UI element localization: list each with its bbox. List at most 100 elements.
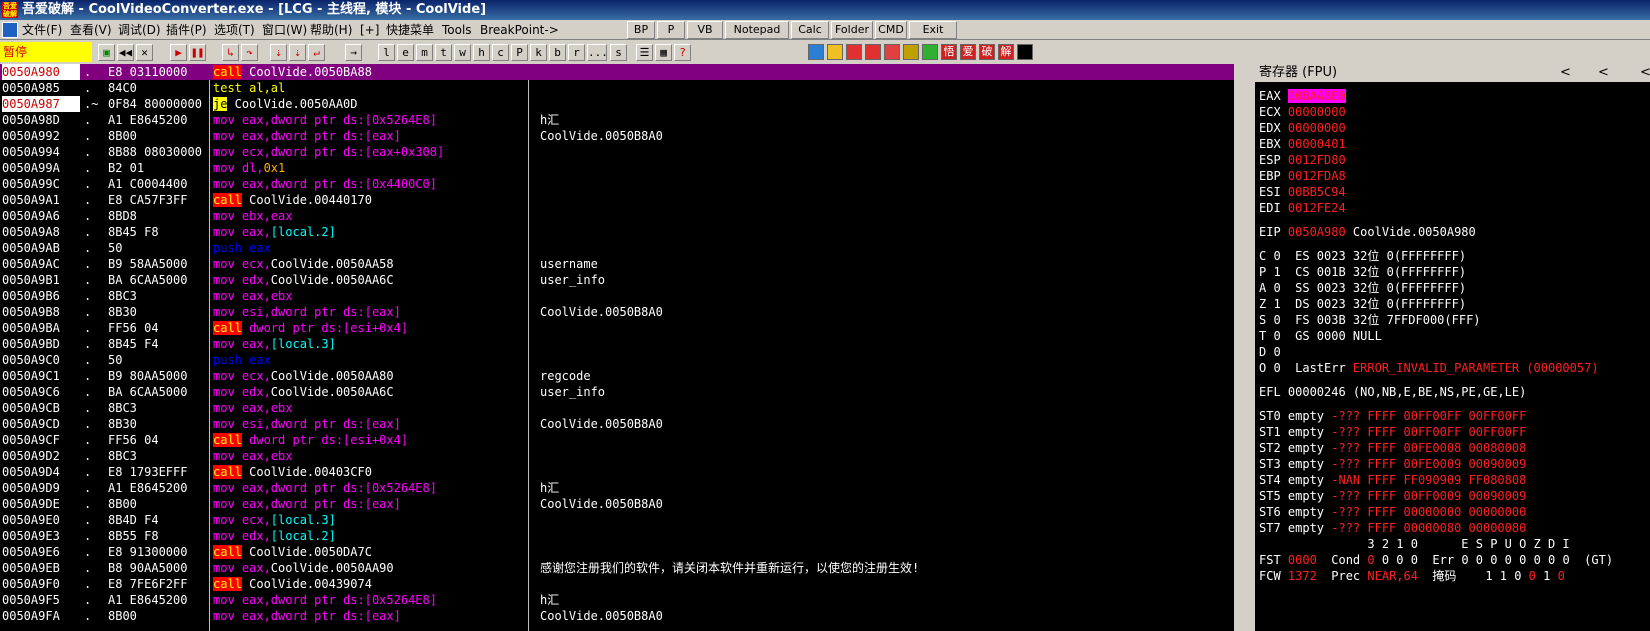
close-icon[interactable]: ✕ <box>136 44 153 61</box>
disassembly-pane[interactable]: 0050A980. E8 03110000 call CoolVide.0050BA… <box>0 64 1242 631</box>
row-address[interactable]: 0050A99A <box>2 160 80 176</box>
disasm-row[interactable]: 0050A9CF. FF56 04 call dword ptr ds:[esi+0… <box>0 432 1234 448</box>
row-address[interactable]: 0050A9D4 <box>2 464 80 480</box>
row-address[interactable]: 0050A9F5 <box>2 592 80 608</box>
register-token[interactable]: 00BAABE0 <box>1287 89 1346 103</box>
row-address[interactable]: 0050A9B6 <box>2 288 80 304</box>
row-address[interactable]: 0050A9C6 <box>2 384 80 400</box>
menu-item[interactable]: Tools <box>442 20 472 40</box>
disasm-row[interactable]: 0050A9FA. 8B00 mov eax,dword ptr ds:[eax] C… <box>0 608 1234 624</box>
register-line[interactable]: EDI 0012FE24 <box>1259 200 1346 216</box>
register-line[interactable]: A 0 SS 0023 32位 0(FFFFFFFF) <box>1259 280 1466 296</box>
toolbar-window-k[interactable]: k <box>530 44 547 61</box>
register-line[interactable]: EIP 0050A980 CoolVide.0050A980 <box>1259 224 1476 240</box>
plugin-button-notepad[interactable]: Notepad <box>725 21 789 39</box>
disasm-row[interactable]: 0050A9F5. A1 E8645200 mov eax,dword ptr ds… <box>0 592 1234 608</box>
register-token[interactable]: -??? FFFF 00FF00FF 00FF00FF <box>1331 425 1526 439</box>
row-address[interactable]: 0050A98D <box>2 112 80 128</box>
step-into-icon[interactable]: ↳ <box>222 44 239 61</box>
help-icon[interactable]: ? <box>674 44 691 61</box>
toolbar-window-t[interactable]: t <box>435 44 452 61</box>
register-line[interactable]: ST1 empty -??? FFFF 00FF00FF 00FF00FF <box>1259 424 1526 440</box>
row-address[interactable]: 0050A9CB <box>2 400 80 416</box>
register-line[interactable]: C 0 ES 0023 32位 0(FFFFFFFF) <box>1259 248 1466 264</box>
register-line[interactable]: P 1 CS 001B 32位 0(FFFFFFFF) <box>1259 264 1466 280</box>
register-line[interactable]: ST6 empty -??? FFFF 00000000 00000000 <box>1259 504 1526 520</box>
row-address[interactable]: 0050A9D2 <box>2 448 80 464</box>
trace-into-icon[interactable]: ⇣ <box>270 44 287 61</box>
row-address[interactable]: 0050A99C <box>2 176 80 192</box>
register-token[interactable]: 00000000 <box>1288 105 1346 119</box>
register-token[interactable]: NEAR,64 <box>1367 569 1418 583</box>
menu-item[interactable]: 选项(T) <box>214 20 255 40</box>
toolbar-window-e[interactable]: e <box>397 44 414 61</box>
disassembly-scrollbar[interactable] <box>1234 64 1242 631</box>
refresh-icon[interactable] <box>808 44 824 60</box>
open-icon[interactable]: ▣ <box>98 44 115 61</box>
register-line[interactable]: FCW 1372 Prec NEAR,64 掩码 1 1 0 0 1 0 <box>1259 568 1565 584</box>
disasm-row[interactable]: 0050A9BD. 8B45 F4 mov eax,[local.3] <box>0 336 1234 352</box>
disasm-row[interactable]: 0050A9C1. B9 80AA5000 mov ecx,CoolVide.005… <box>0 368 1234 384</box>
register-token[interactable]: 0012FD80 <box>1288 153 1346 167</box>
register-line[interactable]: ST0 empty -??? FFFF 00FF00FF 00FF00FF <box>1259 408 1526 424</box>
pause-icon[interactable]: ❚❚ <box>189 44 206 61</box>
row-address[interactable]: 0050A9E6 <box>2 544 80 560</box>
register-token[interactable]: 1372 <box>1288 569 1317 583</box>
row-address[interactable]: 0050A9DE <box>2 496 80 512</box>
register-line[interactable]: EBX 00000401 <box>1259 136 1346 152</box>
list-icon[interactable]: ☰ <box>636 44 653 61</box>
row-address[interactable]: 0050A9F0 <box>2 576 80 592</box>
toolbar-window-r[interactable]: r <box>568 44 585 61</box>
step-over-icon[interactable]: ↷ <box>241 44 258 61</box>
register-token[interactable]: -NAN FFFF FF090909 FF080808 <box>1331 473 1526 487</box>
register-line[interactable]: O 0 LastErr ERROR_INVALID_PARAMETER (000… <box>1259 360 1599 376</box>
row-address[interactable]: 0050A9D9 <box>2 480 80 496</box>
register-token[interactable]: 00000401 <box>1288 137 1346 151</box>
row-address[interactable]: 0050A992 <box>2 128 80 144</box>
disasm-row[interactable]: 0050A9EB. B8 90AA5000 mov eax,CoolVide.005… <box>0 560 1234 576</box>
row-address[interactable]: 0050A9BD <box>2 336 80 352</box>
register-token[interactable]: -??? FFFF 00FE0009 00090009 <box>1331 457 1526 471</box>
toolbar-window-b[interactable]: b <box>549 44 566 61</box>
register-line[interactable]: D 0 <box>1259 344 1281 360</box>
row-address[interactable]: 0050A9B1 <box>2 272 80 288</box>
tool-icon[interactable] <box>903 44 919 60</box>
disasm-row[interactable]: 0050A985. 84C0 test al,al <box>0 80 1234 96</box>
disasm-row[interactable]: 0050A9AB. 50 push eax <box>0 240 1234 256</box>
toolbar-window-h[interactable]: h <box>473 44 490 61</box>
disasm-row[interactable]: 0050A99A. B2 01 mov dl,0x1 <box>0 160 1234 176</box>
disasm-row[interactable]: 0050A98D. A1 E8645200 mov eax,dword ptr ds… <box>0 112 1234 128</box>
menu-item[interactable]: 查看(V) <box>70 20 112 40</box>
toolbar-window-s[interactable]: s <box>610 44 627 61</box>
row-address[interactable]: 0050A9A6 <box>2 208 80 224</box>
register-line[interactable]: ECX 00000000 <box>1259 104 1346 120</box>
disasm-row[interactable]: 0050A9AC. B9 58AA5000 mov ecx,CoolVide.005… <box>0 256 1234 272</box>
font-icon[interactable] <box>846 44 862 60</box>
register-token[interactable]: -??? FFFF 00FF0009 00090009 <box>1331 489 1526 503</box>
goto-icon[interactable]: → <box>345 44 362 61</box>
disasm-row[interactable]: 0050A9B6. 8BC3 mov eax,ebx <box>0 288 1234 304</box>
register-line[interactable]: S 0 FS 003B 32位 7FFDF000(FFF) <box>1259 312 1481 328</box>
row-address[interactable]: 0050A985 <box>2 80 80 96</box>
toolbar-window-m[interactable]: m <box>416 44 433 61</box>
register-token[interactable]: 0 <box>1529 569 1536 583</box>
register-line[interactable]: ST4 empty -NAN FFFF FF090909 FF080808 <box>1259 472 1526 488</box>
row-address[interactable]: 0050A9FA <box>2 608 80 624</box>
disasm-row[interactable]: 0050A994. 8B88 08030000 mov ecx,dword ptr … <box>0 144 1234 160</box>
toolbar-window-c[interactable]: c <box>492 44 509 61</box>
register-line[interactable]: Z 1 DS 0023 32位 0(FFFFFFFF) <box>1259 296 1466 312</box>
register-line[interactable]: ST3 empty -??? FFFF 00FE0009 00090009 <box>1259 456 1526 472</box>
toolbar-window-l[interactable]: l <box>378 44 395 61</box>
disasm-row[interactable]: 0050A9D2. 8BC3 mov eax,ebx <box>0 448 1234 464</box>
register-token[interactable]: -??? FFFF 00000080 00000080 <box>1331 521 1526 535</box>
registers-header[interactable]: 寄存器 (FPU) < < < <box>1255 64 1650 82</box>
menu-item[interactable]: 调试(D) <box>118 20 161 40</box>
disasm-row[interactable]: 0050A9B8. 8B30 mov esi,dword ptr ds:[eax] C… <box>0 304 1234 320</box>
register-line[interactable]: ESI 00BB5C94 <box>1259 184 1346 200</box>
row-address[interactable]: 0050A9C1 <box>2 368 80 384</box>
row-address[interactable]: 0050A9CF <box>2 432 80 448</box>
disasm-row[interactable]: 0050A9CB. 8BC3 mov eax,ebx <box>0 400 1234 416</box>
register-line[interactable]: EAX 00BAABE0 <box>1259 88 1346 104</box>
row-address[interactable]: 0050A980 <box>2 64 80 80</box>
wu-icon[interactable]: 悟 <box>941 44 957 60</box>
